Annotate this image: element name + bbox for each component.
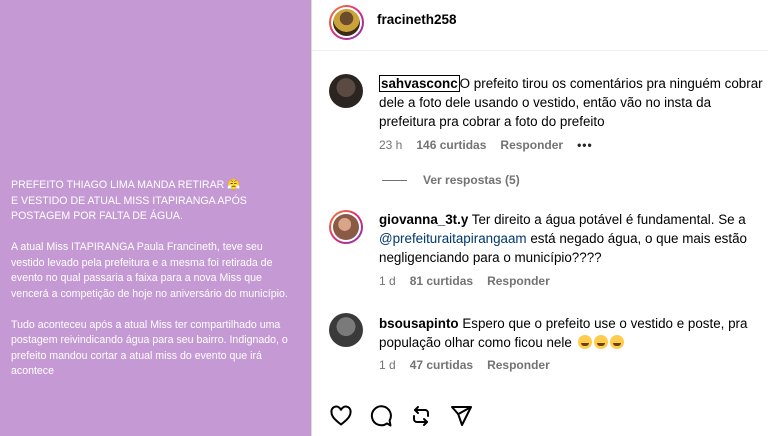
- comment-username[interactable]: sahvasconc: [379, 75, 460, 92]
- comment-text: bsousapinto Espero que o prefeito use o …: [379, 314, 759, 352]
- post-headline: PREFEITO THIAGO LIMA MANDA RETIRAR 😤 E V…: [11, 179, 247, 222]
- mention-link[interactable]: @prefeituraitapirangaam: [379, 231, 527, 246]
- author-avatar[interactable]: [329, 5, 364, 40]
- comment-meta: 1 d 81 curtidas Responder: [379, 274, 550, 288]
- action-bar: [329, 404, 473, 428]
- comment-time[interactable]: 1 d: [379, 274, 396, 288]
- commenter-avatar[interactable]: [329, 313, 363, 347]
- commenter-avatar[interactable]: [329, 74, 363, 108]
- comment-username[interactable]: bsousapinto: [379, 316, 459, 331]
- author-username[interactable]: fracineth258: [377, 12, 457, 27]
- comment-text: giovanna_3t.y Ter direito a água potável…: [379, 210, 768, 267]
- post-paragraph-1: A atual Miss ITAPIRANGA Paula Francineth…: [11, 241, 288, 300]
- laughing-emoji-icon: [576, 335, 624, 350]
- comment-meta: 1 d 47 curtidas Responder: [379, 358, 550, 372]
- comment-time[interactable]: 1 d: [379, 358, 396, 372]
- reply-button[interactable]: Responder: [487, 358, 550, 372]
- post-header: fracineth258: [312, 0, 768, 51]
- comment-text: sahvasconc O prefeito tirou os comentário…: [379, 74, 767, 131]
- repost-icon[interactable]: [409, 404, 433, 428]
- comment-likes[interactable]: 146 curtidas: [416, 138, 486, 152]
- comment-icon[interactable]: [369, 404, 393, 428]
- reply-button[interactable]: Responder: [487, 274, 550, 288]
- comments-panel: fracineth258 sahvasconc O prefeito tirou …: [312, 0, 768, 436]
- comment-likes[interactable]: 47 curtidas: [410, 358, 473, 372]
- comment-username[interactable]: giovanna_3t.y: [379, 212, 468, 227]
- share-icon[interactable]: [449, 404, 473, 428]
- more-options-icon[interactable]: •••: [577, 138, 593, 152]
- reply-button[interactable]: Responder: [500, 138, 563, 152]
- comment-likes[interactable]: 81 curtidas: [410, 274, 473, 288]
- post-image: PREFEITO THIAGO LIMA MANDA RETIRAR 😤 E V…: [0, 0, 311, 436]
- post-paragraph-2: Tudo aconteceu após a atual Miss ter com…: [11, 318, 288, 378]
- view-replies-label[interactable]: Ver respostas (5): [423, 173, 520, 187]
- post-image-text: PREFEITO THIAGO LIMA MANDA RETIRAR 😤 E V…: [11, 178, 297, 395]
- view-replies[interactable]: Ver respostas (5): [382, 173, 520, 187]
- heart-icon[interactable]: [329, 404, 353, 428]
- comment-time[interactable]: 23 h: [379, 138, 402, 152]
- comment-content-before: Ter direito a água potável é fundamental…: [468, 212, 746, 227]
- commenter-avatar[interactable]: [329, 210, 363, 244]
- comment-meta: 23 h 146 curtidas Responder •••: [379, 138, 593, 152]
- replies-line: [382, 179, 407, 181]
